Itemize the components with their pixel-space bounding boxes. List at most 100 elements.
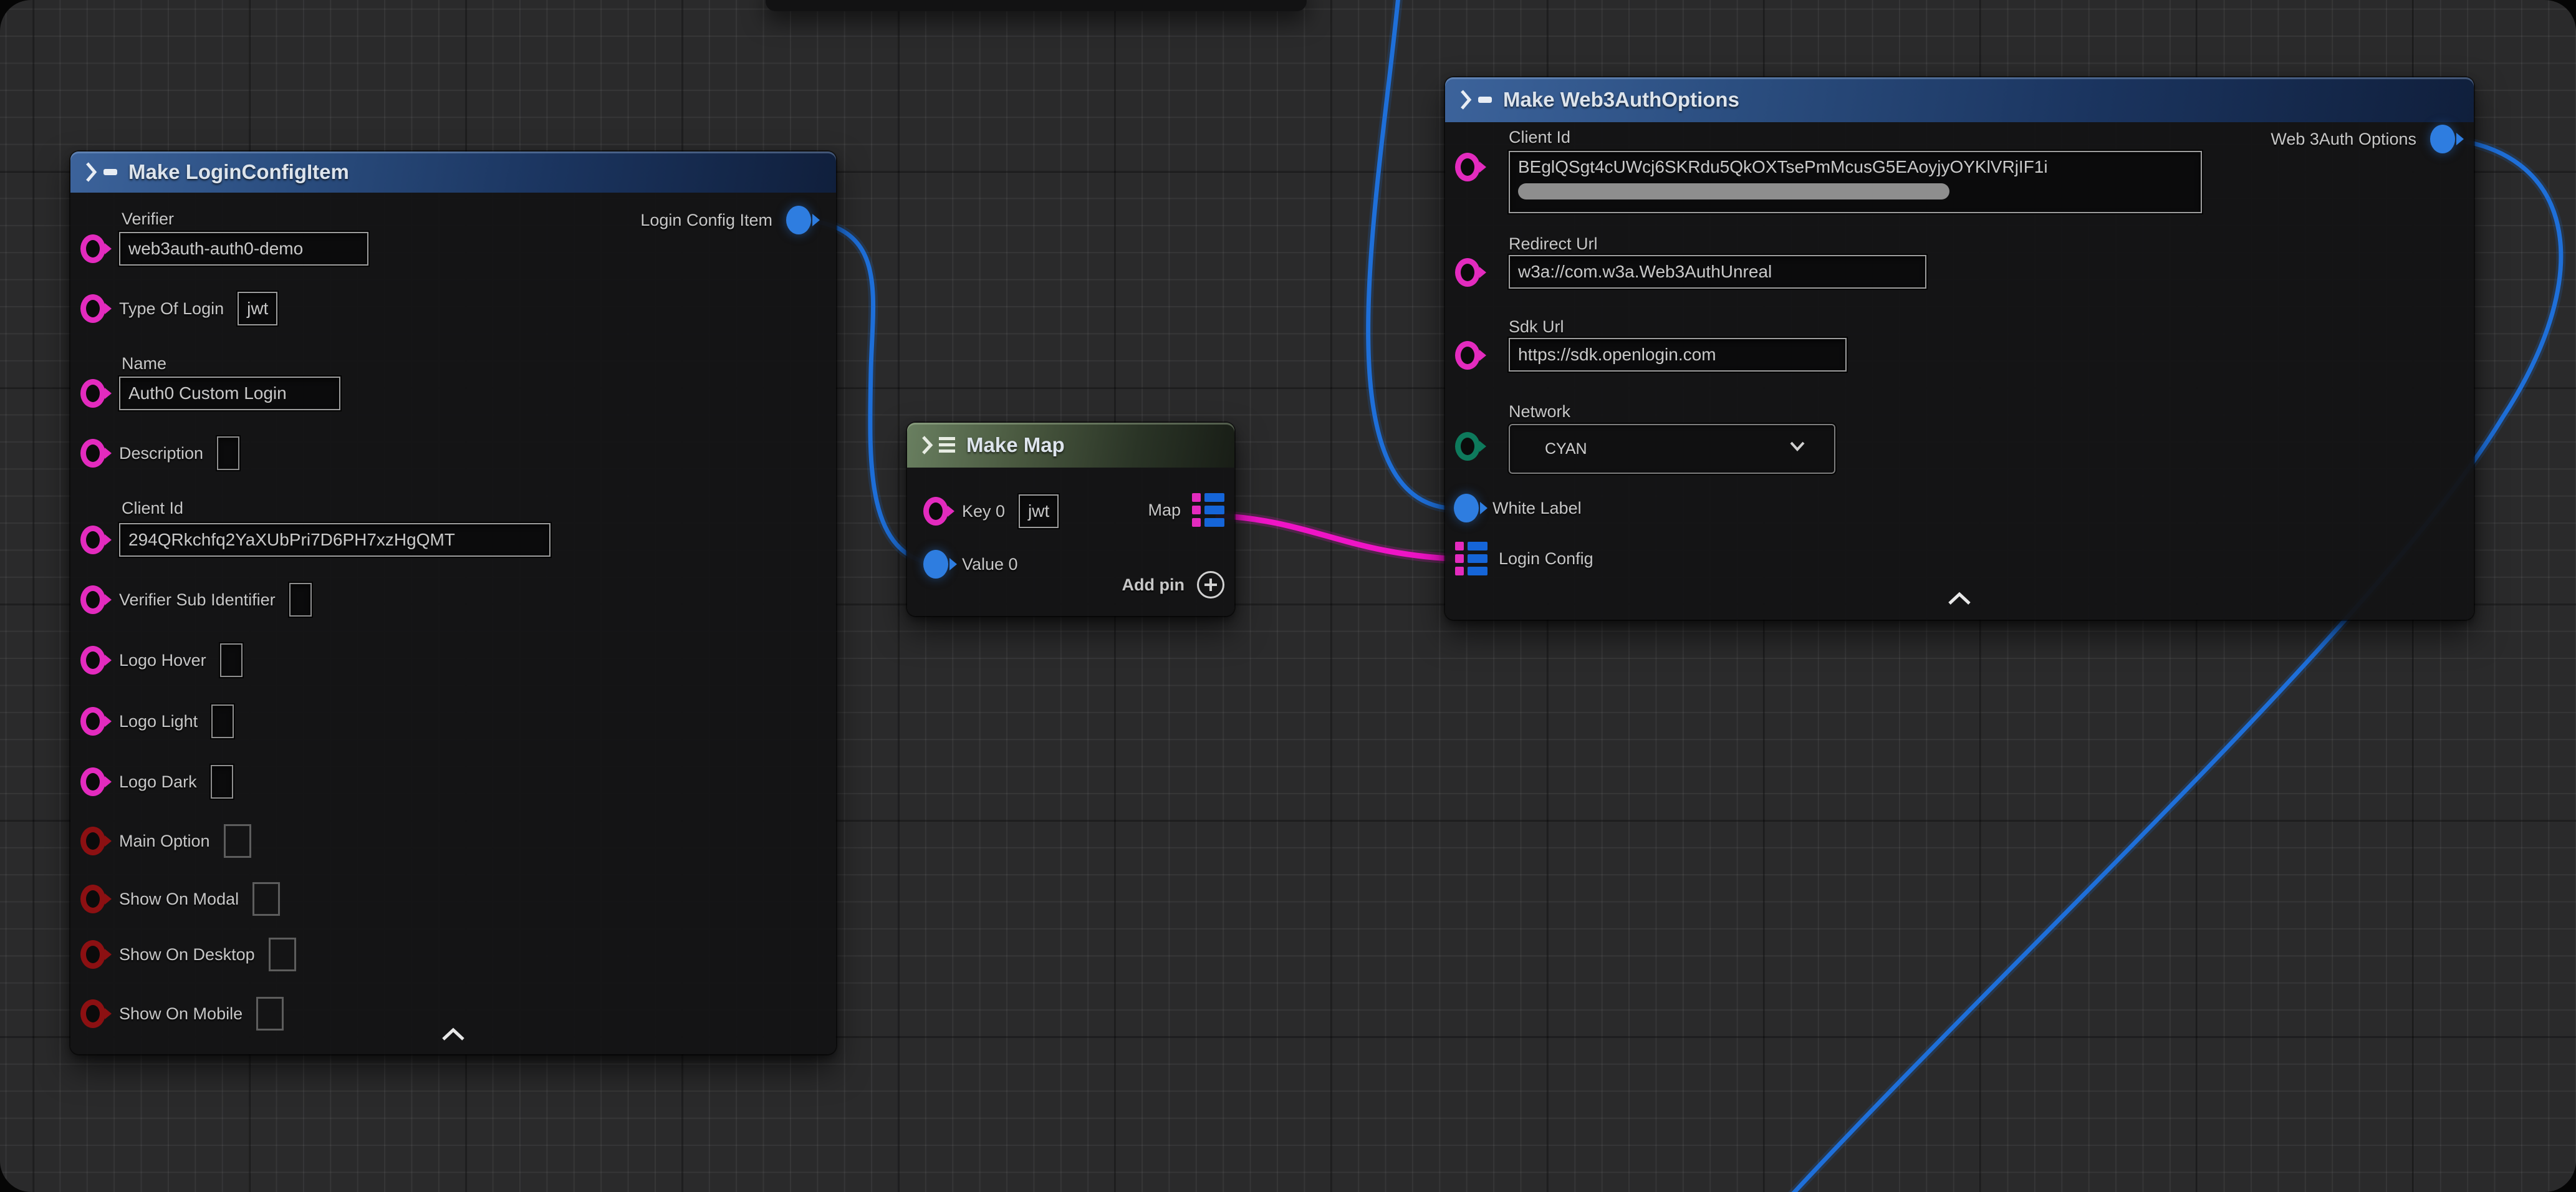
field-label-show-on-mobile: Show On Mobile (119, 1004, 243, 1024)
field-label-verifier: Verifier (122, 209, 174, 229)
field-row-logo-hover: Logo Hover (80, 645, 243, 675)
pin-type-of-login[interactable] (80, 294, 105, 323)
pin-client-id[interactable] (1455, 153, 1480, 181)
field-label-logo-light: Logo Light (119, 712, 198, 731)
field-label-key0: Key 0 (962, 502, 1005, 521)
field-label-main-option: Main Option (119, 832, 210, 851)
pin-network[interactable] (1455, 432, 1480, 461)
field-label-logo-dark: Logo Dark (119, 772, 197, 792)
output-pin-label: Login Config Item (640, 211, 772, 230)
pin-key0[interactable] (923, 497, 948, 526)
input-logo-light[interactable] (211, 704, 234, 738)
field-row-show-on-desktop: Show On Desktop (80, 940, 296, 969)
add-pin-button[interactable]: Add pin (1122, 570, 1224, 600)
pin-redirect-url[interactable] (1455, 258, 1480, 287)
output-row-login-config-item: Login Config Item (640, 205, 811, 235)
pin-login-config-map-icon[interactable] (1455, 542, 1487, 575)
output-pin-login-config-item[interactable] (786, 206, 811, 234)
checkbox-show-on-modal[interactable] (252, 882, 280, 916)
field-row-redirect-url: w3a://com.w3a.Web3AuthUnreal (1509, 257, 1926, 287)
blueprint-graph-canvas[interactable]: Make LoginConfigItem Login Config Item V… (0, 0, 2576, 1192)
input-sdk-url[interactable]: https://sdk.openlogin.com (1509, 338, 1847, 372)
field-row-verifier-sub-identifier: Verifier Sub Identifier (80, 585, 312, 615)
input-redirect-url[interactable]: w3a://com.w3a.Web3AuthUnreal (1509, 255, 1926, 289)
field-label-redirect-url: Redirect Url (1509, 234, 1598, 254)
make-struct-icon (1460, 89, 1492, 110)
output-row-web3auth-options: Web 3Auth Options (2271, 124, 2455, 154)
checkbox-show-on-desktop[interactable] (269, 938, 296, 971)
pin-logo-hover[interactable] (80, 646, 105, 675)
input-verifier-sub-identifier[interactable] (289, 583, 312, 617)
field-label-login-config: Login Config (1499, 549, 1593, 569)
pin-logo-dark[interactable] (80, 767, 105, 796)
input-client-id-scrollbar[interactable] (1518, 183, 1949, 199)
node-make-loginconfigitem[interactable]: Make LoginConfigItem Login Config Item V… (70, 151, 836, 1054)
input-verifier[interactable]: web3auth-auth0-demo (119, 232, 368, 266)
node-make-map[interactable]: Make Map Key 0 jwt Map Value 0 Add pin (907, 423, 1234, 616)
input-key0[interactable]: jwt (1019, 494, 1059, 528)
node-make-web3authoptions[interactable]: Make Web3AuthOptions Web 3Auth Options C… (1445, 77, 2474, 620)
input-logo-hover[interactable] (220, 643, 243, 677)
pin-verifier[interactable] (80, 234, 105, 263)
field-row-name: Auth0 Custom Login (80, 378, 340, 408)
field-row-login-config: Login Config (1455, 541, 1593, 576)
node-header-make-web3authoptions[interactable]: Make Web3AuthOptions (1445, 77, 2474, 122)
output-pin-map-icon[interactable] (1192, 493, 1224, 527)
add-pin-plus-icon (1197, 571, 1224, 598)
offscreen-node-bottom-edge (766, 0, 1307, 11)
pin-description[interactable] (80, 439, 105, 468)
field-label-description: Description (119, 444, 203, 463)
collapse-chevron-icon[interactable] (1944, 590, 1974, 607)
make-struct-icon (85, 161, 117, 183)
collapse-chevron-icon[interactable] (438, 1026, 468, 1043)
node-header-make-map[interactable]: Make Map (907, 423, 1234, 468)
field-label-sdk-url: Sdk Url (1509, 317, 1564, 337)
network-dropdown-value: CYAN (1510, 440, 1587, 458)
field-label-show-on-desktop: Show On Desktop (119, 945, 255, 964)
input-client-id[interactable]: BEglQSgt4cUWcj6SKRdu5QkOXTsePmMcusG5EAoy… (1509, 151, 2202, 213)
field-label-verifier-sub-identifier: Verifier Sub Identifier (119, 590, 276, 610)
field-row-show-on-modal: Show On Modal (80, 884, 280, 914)
field-row-sdk-url: https://sdk.openlogin.com (1509, 340, 1847, 370)
input-name[interactable]: Auth0 Custom Login (119, 377, 340, 410)
pin-name[interactable] (80, 379, 105, 408)
output-row-map: Map (1148, 495, 1224, 525)
field-row-main-option: Main Option (80, 826, 251, 856)
pin-value0[interactable] (923, 550, 948, 579)
input-type-of-login[interactable]: jwt (238, 292, 277, 325)
checkbox-show-on-mobile[interactable] (256, 997, 284, 1031)
input-client-id-text: BEglQSgt4cUWcj6SKRdu5QkOXTsePmMcusG5EAoy… (1510, 152, 2201, 182)
pin-show-on-mobile[interactable] (80, 999, 105, 1028)
pin-client-id[interactable] (80, 526, 105, 554)
chevron-down-icon (1788, 440, 1807, 456)
add-pin-label: Add pin (1122, 575, 1185, 595)
field-label-name: Name (122, 354, 166, 373)
field-label-network: Network (1509, 402, 1570, 421)
pin-main-option[interactable] (80, 827, 105, 855)
field-row-white-label: White Label (1454, 493, 1582, 523)
pin-show-on-modal[interactable] (80, 885, 105, 913)
output-pin-web3auth-options[interactable] (2430, 125, 2455, 153)
input-client-id[interactable]: 294QRkchfq2YaXUbPri7D6PH7xzHgQMT (119, 523, 550, 557)
field-label-value0: Value 0 (962, 555, 1018, 574)
pin-white-label[interactable] (1454, 494, 1479, 522)
field-row-client-id: 294QRkchfq2YaXUbPri7D6PH7xzHgQMT (80, 525, 550, 555)
output-pin-label-map: Map (1148, 501, 1181, 520)
field-row-key0: Key 0 jwt (923, 496, 1059, 526)
pin-logo-light[interactable] (80, 707, 105, 736)
checkbox-main-option[interactable] (224, 824, 251, 858)
field-label-show-on-modal: Show On Modal (119, 890, 239, 909)
node-header-make-loginconfigitem[interactable]: Make LoginConfigItem (70, 151, 836, 193)
field-label-type-of-login: Type Of Login (119, 299, 224, 319)
field-row-type-of-login: Type Of Login jwt (80, 294, 277, 324)
node-title: Make LoginConfigItem (128, 160, 349, 184)
pin-verifier-sub-identifier[interactable] (80, 585, 105, 614)
output-pin-label: Web 3Auth Options (2271, 130, 2416, 149)
field-label-client-id: Client Id (122, 499, 183, 518)
field-label-logo-hover: Logo Hover (119, 651, 206, 670)
input-description[interactable] (217, 436, 239, 470)
pin-sdk-url[interactable] (1455, 341, 1480, 370)
network-dropdown[interactable]: CYAN (1509, 424, 1835, 474)
pin-show-on-desktop[interactable] (80, 940, 105, 969)
input-logo-dark[interactable] (211, 765, 233, 799)
